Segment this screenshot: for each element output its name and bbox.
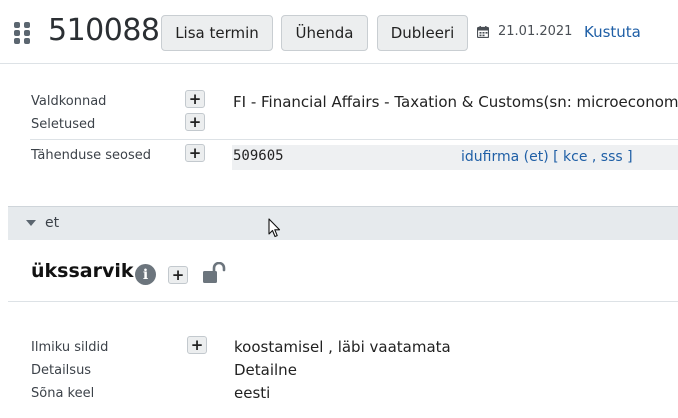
plus-icon: +: [188, 89, 202, 108]
relation-link[interactable]: idufirma (et) [ kce , sss ]: [461, 149, 633, 165]
term-id: 510088: [48, 13, 160, 48]
divider: [30, 139, 678, 140]
delete-link[interactable]: Kustuta: [584, 23, 641, 41]
plus-icon: +: [188, 143, 202, 162]
created-date: 21.01.2021: [498, 24, 573, 39]
detail-value: Detailne: [234, 361, 297, 379]
plus-icon: +: [188, 112, 202, 131]
language-section-header[interactable]: [8, 206, 678, 240]
word-title: ükssarvik: [31, 260, 134, 282]
unlock-icon[interactable]: [202, 262, 228, 284]
add-domain-button[interactable]: +: [185, 90, 205, 108]
add-word-button[interactable]: +: [168, 266, 188, 284]
duplicate-button[interactable]: Dubleeri: [377, 15, 468, 51]
divider: [8, 301, 678, 302]
detail-label: Detailsus: [31, 363, 92, 378]
calendar-icon: [477, 26, 489, 38]
add-relation-button[interactable]: +: [185, 144, 205, 162]
tags-value: koostamisel , läbi vaatamata: [234, 338, 451, 356]
add-term-button[interactable]: Lisa termin: [161, 15, 273, 51]
domain-value: FI - Financial Affairs - Taxation & Cust…: [233, 93, 678, 111]
plus-icon: +: [171, 265, 185, 284]
mouse-cursor-icon: [268, 218, 281, 238]
add-definition-button[interactable]: +: [185, 113, 205, 131]
word-language-value: eesti: [234, 384, 271, 402]
tags-label: Ilmiku sildid: [31, 340, 109, 355]
word-language-label: Sõna keel: [31, 386, 95, 401]
relation-id: 509605: [233, 148, 284, 164]
drag-handle-icon[interactable]: [14, 22, 34, 44]
language-code: et: [45, 215, 60, 231]
merge-button[interactable]: Ühenda: [281, 15, 368, 51]
info-icon[interactable]: i: [135, 264, 156, 285]
definitions-label: Seletused: [31, 117, 96, 132]
caret-down-icon[interactable]: [26, 220, 36, 226]
plus-icon: +: [190, 335, 204, 354]
relations-label: Tähenduse seosed: [31, 148, 152, 163]
term-header: 510088 Lisa termin Ühenda Dubleeri 21.01…: [0, 0, 678, 64]
add-tag-button[interactable]: +: [187, 336, 207, 354]
domains-label: Valdkonnad: [31, 94, 107, 109]
